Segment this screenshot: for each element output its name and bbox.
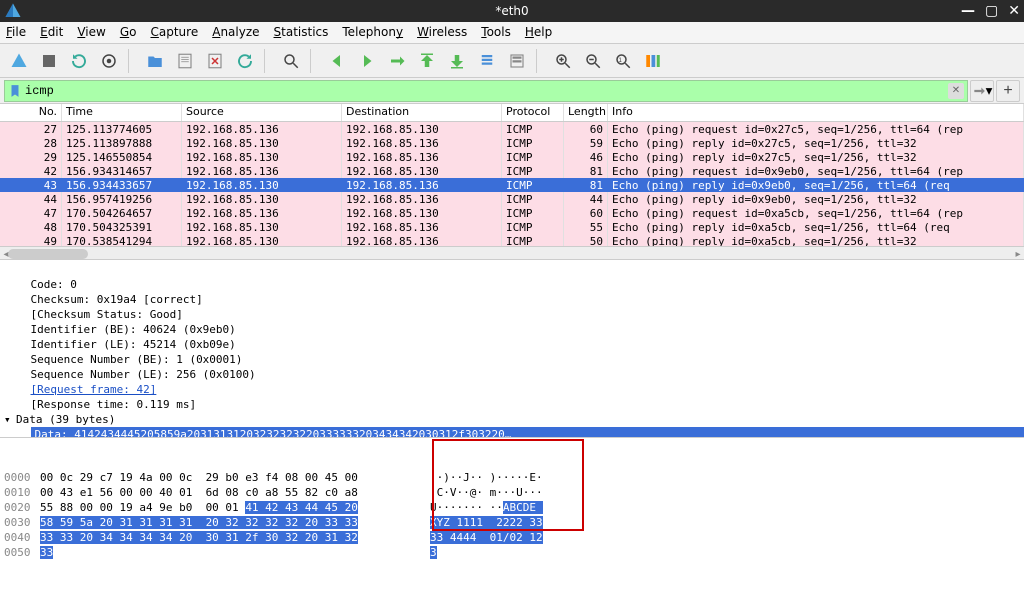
clear-filter-button[interactable]: ✕	[948, 83, 964, 99]
zoom-out-button[interactable]	[580, 48, 606, 74]
packet-row[interactable]: 28125.113897888192.168.85.130192.168.85.…	[0, 136, 1024, 150]
menu-help[interactable]: Help	[525, 25, 552, 40]
go-to-packet-button[interactable]	[384, 48, 410, 74]
menu-analyze[interactable]: Analyze	[212, 25, 259, 40]
column-protocol[interactable]: Protocol	[502, 104, 564, 121]
detail-id-be: Identifier (BE): 40624 (0x9eb0)	[31, 323, 236, 336]
colorize-button[interactable]	[504, 48, 530, 74]
zoom-in-button[interactable]	[550, 48, 576, 74]
app-icon	[4, 2, 22, 20]
close-file-button[interactable]	[202, 48, 228, 74]
detail-data-header[interactable]: Data (39 bytes)	[16, 413, 115, 426]
add-filter-button[interactable]: +	[996, 80, 1020, 102]
start-capture-button[interactable]	[6, 48, 32, 74]
filter-bar: ✕ ▾ +	[0, 78, 1024, 104]
display-filter-input[interactable]	[4, 80, 968, 102]
detail-data-hex[interactable]: Data: 4142434445205859a20313131203232323…	[31, 427, 1024, 438]
apply-filter-button[interactable]: ▾	[970, 80, 994, 102]
hex-row[interactable]: 001000 43 e1 56 00 00 40 01 6d 08 c0 a8 …	[4, 485, 1020, 500]
bookmark-icon[interactable]	[8, 84, 22, 98]
packet-list-scrollbar[interactable]: ◂▸	[0, 246, 1024, 260]
close-button[interactable]: ✕	[1008, 3, 1020, 19]
packet-list-header: No. Time Source Destination Protocol Len…	[0, 104, 1024, 122]
maximize-button[interactable]: ▢	[985, 3, 998, 19]
go-back-button[interactable]	[324, 48, 350, 74]
stop-capture-button[interactable]	[36, 48, 62, 74]
menu-telephony[interactable]: Telephony	[342, 25, 403, 40]
packet-row[interactable]: 47170.504264657192.168.85.136192.168.85.…	[0, 206, 1024, 220]
column-info[interactable]: Info	[608, 104, 1024, 121]
menu-view[interactable]: View	[77, 25, 105, 40]
packet-row[interactable]: 27125.113774605192.168.85.136192.168.85.…	[0, 122, 1024, 136]
detail-request-frame[interactable]: [Request frame: 42]	[31, 383, 157, 396]
find-button[interactable]	[278, 48, 304, 74]
menu-go[interactable]: Go	[120, 25, 137, 40]
hex-row[interactable]: 0050333	[4, 545, 1020, 560]
menu-wireless[interactable]: Wireless	[417, 25, 467, 40]
hex-row[interactable]: 004033 33 20 34 34 34 34 20 30 31 2f 30 …	[4, 530, 1020, 545]
menu-tools[interactable]: Tools	[481, 25, 511, 40]
packet-row[interactable]: 48170.504325391192.168.85.130192.168.85.…	[0, 220, 1024, 234]
detail-id-le: Identifier (LE): 45214 (0xb09e)	[31, 338, 236, 351]
reload-button[interactable]	[232, 48, 258, 74]
hex-row[interactable]: 002055 88 00 00 19 a4 9e b0 00 01 41 42 …	[4, 500, 1020, 515]
resize-columns-button[interactable]	[640, 48, 666, 74]
detail-code: Code: 0	[31, 278, 77, 291]
restart-capture-button[interactable]	[66, 48, 92, 74]
menu-bar: File Edit View Go Capture Analyze Statis…	[0, 22, 1024, 44]
zoom-reset-button[interactable]: 1	[610, 48, 636, 74]
svg-text:1: 1	[619, 57, 623, 63]
detail-checksum-status: [Checksum Status: Good]	[31, 308, 183, 321]
detail-checksum: Checksum: 0x19a4 [correct]	[31, 293, 203, 306]
window-title: *eth0	[495, 4, 528, 18]
column-no[interactable]: No.	[0, 104, 62, 121]
save-file-button[interactable]	[172, 48, 198, 74]
detail-response-time: [Response time: 0.119 ms]	[31, 398, 197, 411]
column-source[interactable]: Source	[182, 104, 342, 121]
go-last-button[interactable]	[444, 48, 470, 74]
toolbar: 1	[0, 44, 1024, 78]
go-first-button[interactable]	[414, 48, 440, 74]
detail-seq-be: Sequence Number (BE): 1 (0x0001)	[31, 353, 243, 366]
go-forward-button[interactable]	[354, 48, 380, 74]
menu-capture[interactable]: Capture	[150, 25, 198, 40]
hex-row[interactable]: 003058 59 5a 20 31 31 31 31 20 32 32 32 …	[4, 515, 1020, 530]
packet-details-pane[interactable]: Code: 0 Checksum: 0x19a4 [correct] [Chec…	[0, 260, 1024, 438]
title-bar: *eth0 — ▢ ✕	[0, 0, 1024, 22]
open-file-button[interactable]	[142, 48, 168, 74]
menu-file[interactable]: File	[6, 25, 26, 40]
hex-dump-pane[interactable]: 000000 0c 29 c7 19 4a 00 0c 29 b0 e3 f4 …	[0, 438, 1024, 598]
packet-row[interactable]: 44156.957419256192.168.85.130192.168.85.…	[0, 192, 1024, 206]
column-length[interactable]: Length	[564, 104, 608, 121]
packet-row[interactable]: 49170.538541294192.168.85.130192.168.85.…	[0, 234, 1024, 246]
column-time[interactable]: Time	[62, 104, 182, 121]
tree-collapse-icon[interactable]: ▾	[4, 412, 16, 427]
packet-row[interactable]: 43156.934433657192.168.85.130192.168.85.…	[0, 178, 1024, 192]
hex-row[interactable]: 000000 0c 29 c7 19 4a 00 0c 29 b0 e3 f4 …	[4, 470, 1020, 485]
capture-options-button[interactable]	[96, 48, 122, 74]
packet-list[interactable]: 27125.113774605192.168.85.136192.168.85.…	[0, 122, 1024, 246]
menu-edit[interactable]: Edit	[40, 25, 63, 40]
detail-seq-le: Sequence Number (LE): 256 (0x0100)	[31, 368, 256, 381]
auto-scroll-button[interactable]	[474, 48, 500, 74]
column-destination[interactable]: Destination	[342, 104, 502, 121]
packet-row[interactable]: 29125.146550854192.168.85.130192.168.85.…	[0, 150, 1024, 164]
packet-row[interactable]: 42156.934314657192.168.85.136192.168.85.…	[0, 164, 1024, 178]
menu-statistics[interactable]: Statistics	[274, 25, 329, 40]
minimize-button[interactable]: —	[961, 3, 975, 19]
